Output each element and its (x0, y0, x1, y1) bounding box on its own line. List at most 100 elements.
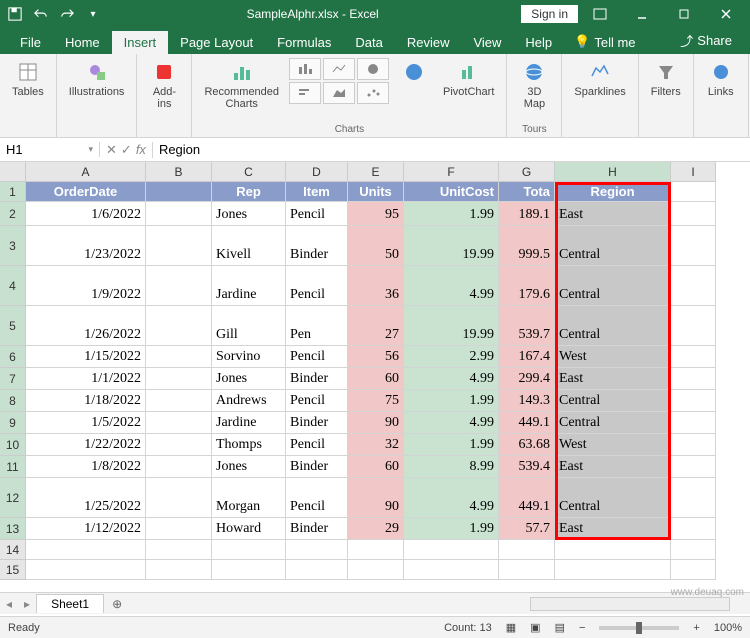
illustrations-button[interactable]: Illustrations (65, 58, 129, 100)
col-header-a[interactable]: A (26, 162, 146, 182)
cell-region[interactable]: Central (555, 478, 671, 518)
cell[interactable]: 1/15/2022 (26, 346, 146, 368)
col-header-h[interactable]: H (555, 162, 671, 182)
cell[interactable] (26, 540, 146, 560)
cell[interactable]: Binder (286, 412, 348, 434)
cell[interactable] (555, 540, 671, 560)
cell[interactable]: 449.1 (499, 412, 555, 434)
tab-page-layout[interactable]: Page Layout (168, 31, 265, 54)
cell[interactable] (671, 368, 716, 390)
cell[interactable]: Jones (212, 202, 286, 226)
close-icon[interactable] (706, 0, 746, 28)
cell[interactable]: 539.7 (499, 306, 555, 346)
row-header-1[interactable]: 1 (0, 182, 26, 202)
cell[interactable]: 1.99 (404, 390, 499, 412)
cell[interactable]: Jones (212, 456, 286, 478)
cell[interactable]: 539.4 (499, 456, 555, 478)
chart-type-area-icon[interactable] (323, 82, 355, 104)
cell[interactable]: Kivell (212, 226, 286, 266)
cell[interactable]: 1/22/2022 (26, 434, 146, 456)
cell-region[interactable]: Central (555, 306, 671, 346)
cell-region[interactable]: Central (555, 266, 671, 306)
cell-region[interactable]: East (555, 456, 671, 478)
cell[interactable] (146, 266, 212, 306)
zoom-slider[interactable] (599, 626, 679, 630)
cell[interactable]: 60 (348, 368, 404, 390)
row-header-5[interactable]: 5 (0, 306, 26, 346)
fx-icon[interactable]: fx (136, 142, 146, 158)
cell-region[interactable]: West (555, 434, 671, 456)
cell[interactable] (146, 478, 212, 518)
cell-region[interactable]: East (555, 518, 671, 540)
cell[interactable]: Units (348, 182, 404, 202)
cell[interactable] (212, 560, 286, 580)
cell[interactable]: 32 (348, 434, 404, 456)
cell[interactable] (348, 560, 404, 580)
tell-me-button[interactable]: 💡Tell me (564, 30, 645, 54)
view-layout-icon[interactable]: ▣ (530, 621, 540, 634)
cell[interactable] (671, 266, 716, 306)
new-sheet-icon[interactable]: ⊕ (104, 597, 130, 611)
name-box[interactable]: H1▾ (0, 142, 100, 157)
tables-button[interactable]: Tables (8, 58, 48, 100)
cell[interactable]: Binder (286, 518, 348, 540)
cell[interactable]: 8.99 (404, 456, 499, 478)
cell[interactable] (499, 560, 555, 580)
cell[interactable]: 19.99 (404, 306, 499, 346)
cell[interactable]: 36 (348, 266, 404, 306)
zoom-in-icon[interactable]: + (693, 622, 699, 634)
filters-button[interactable]: Filters (647, 58, 685, 100)
tab-formulas[interactable]: Formulas (265, 31, 343, 54)
tab-file[interactable]: File (8, 31, 53, 54)
row-header-12[interactable]: 12 (0, 478, 26, 518)
cell[interactable]: Jones (212, 368, 286, 390)
sparklines-button[interactable]: Sparklines (570, 58, 629, 100)
cell[interactable] (671, 202, 716, 226)
redo-icon[interactable] (56, 3, 78, 25)
cell[interactable]: 63.68 (499, 434, 555, 456)
cell[interactable]: Rep (212, 182, 286, 202)
cell[interactable]: 60 (348, 456, 404, 478)
cell[interactable]: 1/23/2022 (26, 226, 146, 266)
cell[interactable]: Morgan (212, 478, 286, 518)
minimize-icon[interactable] (622, 0, 662, 28)
cell[interactable]: 57.7 (499, 518, 555, 540)
cell[interactable]: 1/25/2022 (26, 478, 146, 518)
cell[interactable] (212, 540, 286, 560)
cell[interactable] (146, 540, 212, 560)
maps-button[interactable] (395, 58, 433, 86)
horizontal-scrollbar[interactable] (530, 597, 730, 611)
cell[interactable]: 4.99 (404, 412, 499, 434)
tab-home[interactable]: Home (53, 31, 112, 54)
cell[interactable] (146, 182, 212, 202)
cell[interactable]: Gill (212, 306, 286, 346)
cell[interactable]: 1/26/2022 (26, 306, 146, 346)
cell[interactable]: 1/6/2022 (26, 202, 146, 226)
cell[interactable]: Pencil (286, 346, 348, 368)
cell[interactable]: Tota (499, 182, 555, 202)
cell[interactable]: 4.99 (404, 266, 499, 306)
cell[interactable]: 27 (348, 306, 404, 346)
recommended-charts-button[interactable]: Recommended Charts (200, 58, 283, 112)
cell-region[interactable]: West (555, 346, 671, 368)
cell[interactable] (146, 202, 212, 226)
col-header-d[interactable]: D (286, 162, 348, 182)
links-button[interactable]: Links (702, 58, 740, 100)
cell-region[interactable]: East (555, 202, 671, 226)
col-header-f[interactable]: F (404, 162, 499, 182)
cell[interactable]: 167.4 (499, 346, 555, 368)
row-header-2[interactable]: 2 (0, 202, 26, 226)
select-all-corner[interactable] (0, 162, 26, 182)
cell[interactable]: 4.99 (404, 478, 499, 518)
ribbon-display-icon[interactable] (580, 0, 620, 28)
cell[interactable]: 449.1 (499, 478, 555, 518)
chart-type-line-icon[interactable] (323, 58, 355, 80)
col-header-g[interactable]: G (499, 162, 555, 182)
zoom-level[interactable]: 100% (714, 622, 742, 634)
row-header-4[interactable]: 4 (0, 266, 26, 306)
cell[interactable] (146, 226, 212, 266)
cell-region[interactable]: Central (555, 226, 671, 266)
cell[interactable]: 1.99 (404, 518, 499, 540)
cell[interactable]: 1/5/2022 (26, 412, 146, 434)
view-normal-icon[interactable]: ▦ (506, 621, 516, 634)
